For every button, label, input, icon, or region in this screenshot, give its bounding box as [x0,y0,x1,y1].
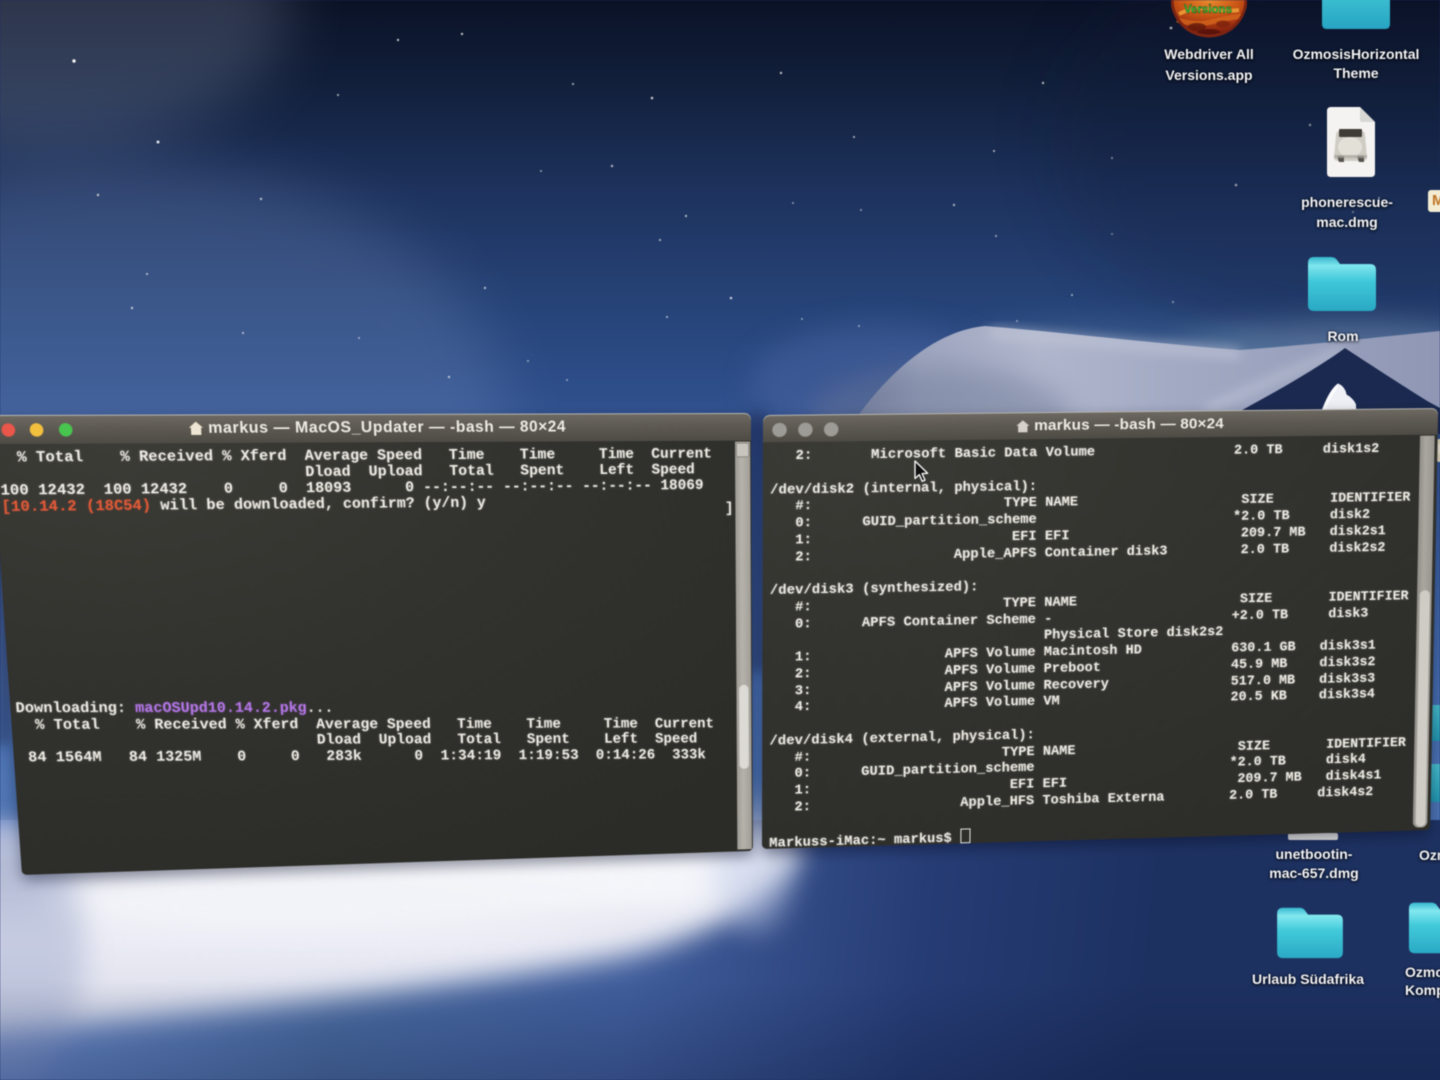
svg-text:Versions: Versions [1184,4,1232,16]
